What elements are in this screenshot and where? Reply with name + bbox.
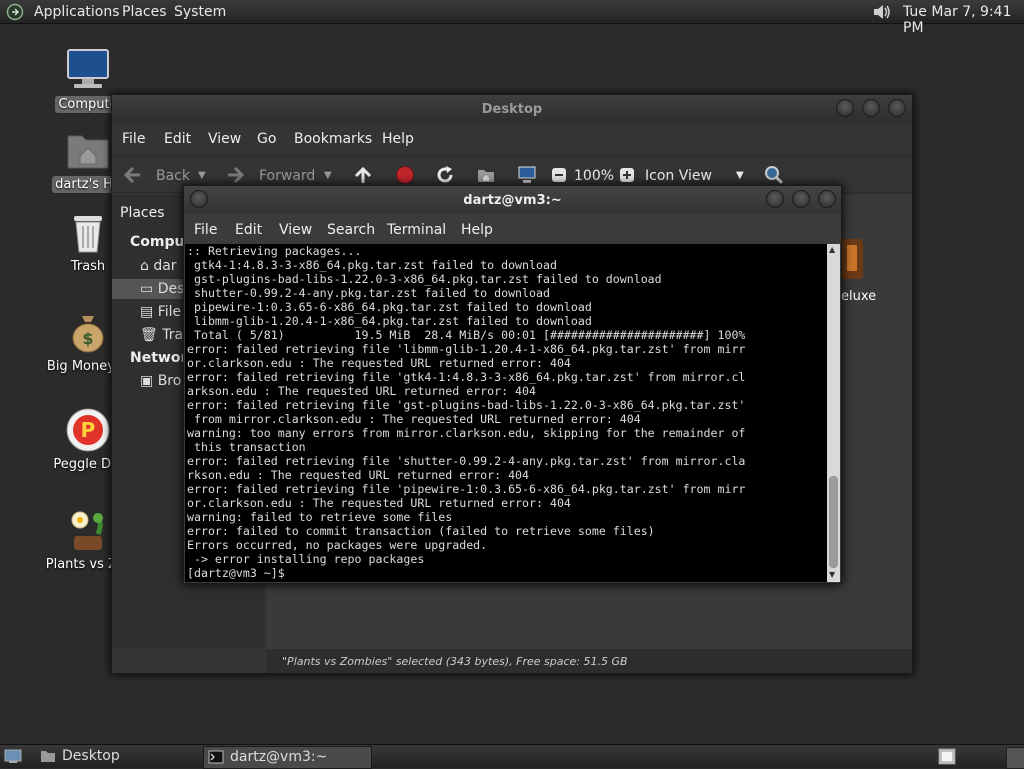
show-desktop-icon[interactable]: [4, 748, 22, 764]
menu-file[interactable]: File: [194, 222, 217, 238]
maximize-button[interactable]: [862, 99, 880, 117]
applications-menu-icon[interactable]: [6, 3, 24, 21]
back-button[interactable]: Back: [156, 168, 190, 184]
scroll-down-icon[interactable]: ▼: [829, 570, 835, 579]
svg-text:$: $: [82, 329, 93, 348]
workspace-switcher-icon[interactable]: [938, 748, 956, 765]
window-title: dartz@vm3:~: [463, 193, 562, 208]
minimize-button[interactable]: [766, 190, 784, 208]
reload-icon[interactable]: [435, 165, 455, 185]
stop-icon[interactable]: [395, 165, 415, 185]
zoom-in-icon[interactable]: [619, 167, 635, 183]
taskbar-label: dartz@vm3:~: [230, 749, 328, 765]
file-manager-menubar: File Edit View Go Bookmarks Help: [112, 125, 912, 151]
menu-terminal[interactable]: Terminal: [387, 222, 446, 238]
terminal-scrollbar[interactable]: ▲ ▼: [827, 244, 840, 582]
menu-view[interactable]: View: [208, 131, 241, 147]
close-button[interactable]: [888, 99, 906, 117]
home-folder-icon: [67, 135, 109, 169]
system-menu[interactable]: System: [174, 4, 226, 20]
terminal-titlebar[interactable]: dartz@vm3:~: [184, 186, 841, 214]
back-arrow-icon[interactable]: [122, 165, 142, 185]
computer-icon: [67, 49, 109, 88]
terminal-menubar: File Edit View Search Terminal Help: [184, 216, 841, 242]
scroll-up-icon[interactable]: ▲: [829, 245, 835, 254]
menu-view[interactable]: View: [279, 222, 312, 238]
menu-bookmarks[interactable]: Bookmarks: [294, 131, 372, 147]
menu-file[interactable]: File: [122, 131, 145, 147]
sidebar-item-trash[interactable]: 🗑 Tra: [140, 327, 183, 343]
menu-edit[interactable]: Edit: [235, 222, 262, 238]
menu-help[interactable]: Help: [461, 222, 493, 238]
svg-text:P: P: [81, 418, 96, 442]
forward-arrow-icon[interactable]: [226, 165, 246, 185]
places-menu[interactable]: Places: [122, 4, 167, 20]
zoom-level[interactable]: 100%: [574, 168, 614, 184]
sidebar-item-label: dar: [153, 258, 177, 274]
sidebar-item-home[interactable]: ⌂ dar: [140, 258, 177, 274]
sidebar-item-browse-network[interactable]: ▣ Bro: [140, 373, 181, 389]
trash-applet-icon[interactable]: [1006, 747, 1024, 769]
home-icon[interactable]: [476, 165, 496, 185]
applications-menu[interactable]: Applications: [34, 4, 120, 20]
sidebar-item-label: Bro: [157, 373, 182, 389]
sidebar-header[interactable]: Places: [120, 205, 165, 221]
terminal-output[interactable]: :: Retrieving packages... gtk4-1:4.8.3-3…: [185, 244, 827, 582]
sidebar-item-label: File: [157, 304, 182, 320]
file-item-label: eluxe: [841, 289, 877, 304]
file-manager-icon: [41, 751, 55, 762]
zoom-out-icon[interactable]: [551, 167, 567, 183]
terminal-icon: [208, 750, 224, 764]
volume-icon[interactable]: [872, 3, 892, 21]
back-history-chevron-icon[interactable]: ▼: [198, 170, 206, 181]
desktop-icon-label: Trash: [70, 259, 106, 274]
file-manager-titlebar[interactable]: Desktop: [112, 95, 912, 123]
up-arrow-icon[interactable]: [353, 165, 373, 185]
bottom-panel: Desktop dartz@vm3:~: [0, 744, 1024, 769]
sidebar-item-filesystem[interactable]: ▤ File: [140, 304, 181, 320]
terminal-window: dartz@vm3:~ File Edit View Search Termin…: [183, 185, 842, 584]
close-button[interactable]: [818, 190, 836, 208]
menu-help[interactable]: Help: [382, 131, 414, 147]
taskbar-label: Desktop: [62, 748, 120, 764]
sidebar-item-label: Tra: [162, 327, 184, 343]
plants-vs-zombies-icon: [71, 511, 103, 550]
window-title: Desktop: [481, 102, 543, 117]
taskbar-item-desktop[interactable]: Desktop: [36, 746, 196, 767]
terminal-text: :: Retrieving packages... gtk4-1:4.8.3-3…: [187, 244, 746, 580]
scrollbar-thumb[interactable]: [829, 476, 838, 568]
sidebar-item-label: Des: [157, 281, 185, 297]
menu-edit[interactable]: Edit: [164, 131, 191, 147]
forward-history-chevron-icon[interactable]: ▼: [324, 170, 332, 181]
top-panel: Applications Places System Tue Mar 7, 9:…: [0, 0, 1024, 36]
computer-icon[interactable]: [517, 165, 537, 185]
status-text: "Plants vs Zombies" selected (343 bytes)…: [282, 655, 628, 668]
taskbar-item-terminal[interactable]: dartz@vm3:~: [203, 746, 372, 769]
peggle-icon: P: [66, 408, 110, 452]
clock[interactable]: Tue Mar 7, 9:41 PM: [903, 4, 1024, 36]
trash-icon: [74, 216, 102, 253]
money-bag-icon: $: [72, 316, 104, 353]
search-icon[interactable]: [764, 165, 784, 185]
menu-go[interactable]: Go: [257, 131, 276, 147]
minimize-button[interactable]: [836, 99, 854, 117]
menu-search[interactable]: Search: [327, 222, 375, 238]
view-mode-chevron-icon[interactable]: ▼: [736, 170, 744, 181]
sidebar-item-desktop[interactable]: ▭ Des: [140, 281, 184, 297]
maximize-button[interactable]: [792, 190, 810, 208]
forward-button[interactable]: Forward: [259, 168, 315, 184]
view-mode-select[interactable]: Icon View: [645, 168, 712, 184]
